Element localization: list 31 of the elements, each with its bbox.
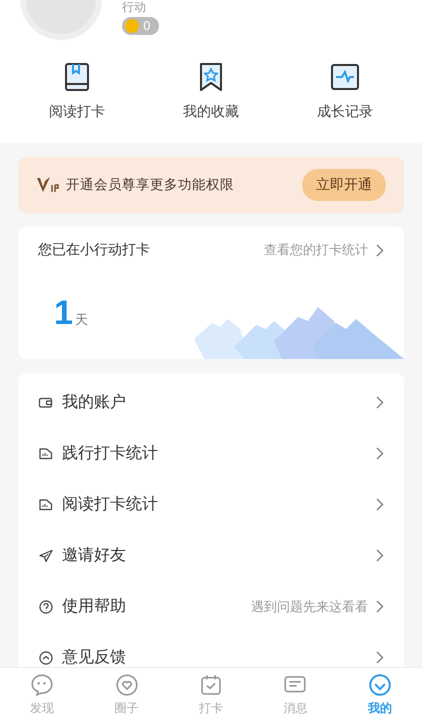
shortcut-button[interactable]: 我的收藏 [161, 61, 261, 121]
help-icon [38, 598, 54, 614]
chart-icon [38, 446, 54, 462]
chevron-icon [376, 396, 384, 409]
days-unit: 天 [74, 312, 88, 329]
open-vip-button[interactable]: 立即开通 [302, 169, 386, 201]
coin-icon [125, 19, 139, 33]
menu-item[interactable]: 邀请好友 [18, 530, 404, 581]
vip-text: 开通会员尊享更多功能权限 [66, 176, 235, 194]
menu-item[interactable]: 阅读打卡统计 [18, 479, 404, 530]
shortcut-button[interactable]: 阅读打卡 [27, 61, 127, 121]
menu-item[interactable]: 我的账户 [18, 377, 404, 428]
vip-icon [36, 176, 60, 194]
chevron-icon [376, 651, 384, 664]
chevron-icon [376, 244, 384, 256]
chevron-icon [376, 498, 384, 511]
pulse-icon [329, 61, 361, 93]
chevron-icon [376, 600, 384, 613]
coin-badge: 0 [122, 17, 159, 35]
chevron-icon [376, 549, 384, 562]
menu-hint: 遇到问题先来这看看 [251, 598, 368, 616]
menu-item[interactable]: 意见反馈 [18, 632, 404, 667]
menu-item[interactable]: 践行打卡统计 [18, 428, 404, 479]
shortcut-button[interactable]: 成长记录 [295, 61, 395, 121]
days-count: 1 [54, 294, 73, 333]
send-icon [38, 548, 54, 564]
user-name: 行动 [122, 0, 147, 14]
menu-item[interactable]: 使用帮助 遇到问题先来这看看 [18, 581, 404, 632]
chevron-icon [376, 447, 384, 460]
checkin-title: 您已在小行动打卡 [38, 241, 150, 259]
chart-icon [38, 496, 54, 512]
